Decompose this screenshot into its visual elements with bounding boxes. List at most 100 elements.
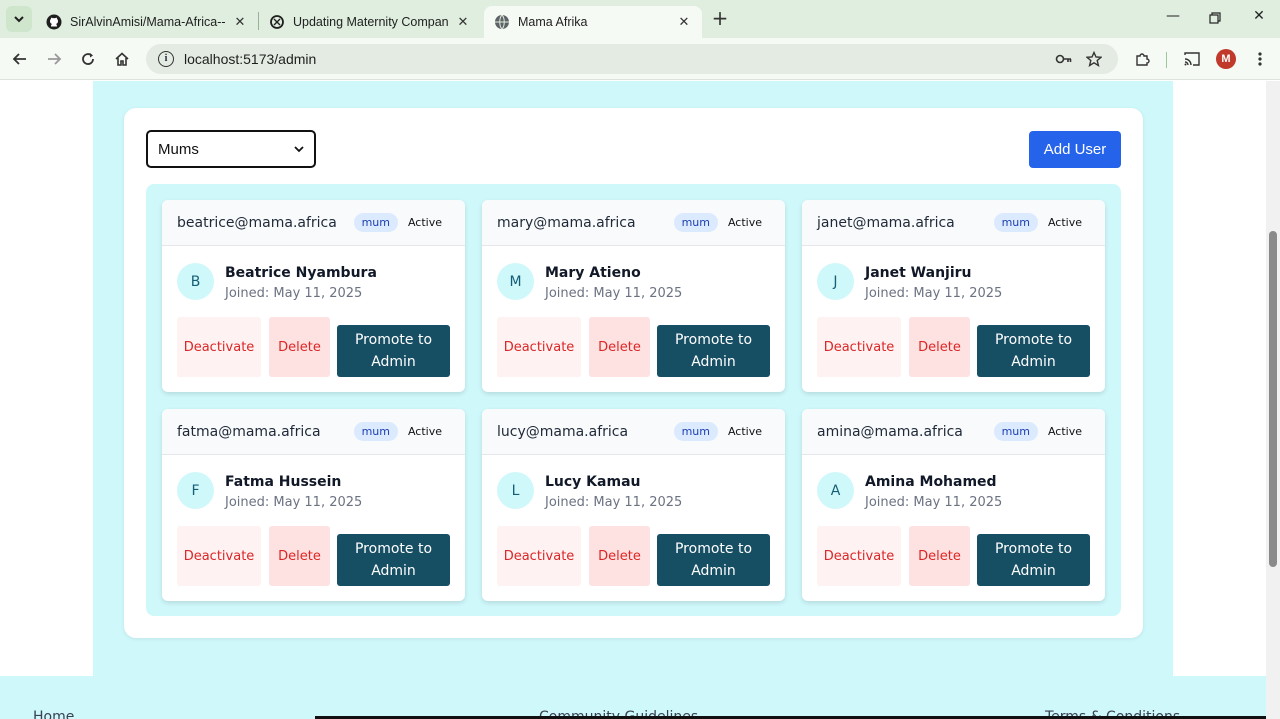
forward-button[interactable] [42, 47, 66, 71]
close-icon[interactable]: ✕ [676, 15, 692, 30]
deactivate-button[interactable]: Deactivate [497, 526, 581, 586]
browser-tab-chat[interactable]: Updating Maternity Companion ✕ [259, 6, 481, 38]
close-icon[interactable]: ✕ [455, 15, 471, 30]
user-card-body: M Mary Atieno Joined: May 11, 2025 Deact… [482, 246, 785, 392]
promote-to-admin-button[interactable]: Promote to Admin [657, 534, 770, 586]
avatar: B [177, 263, 214, 300]
minimize-button[interactable]: — [1158, 8, 1188, 30]
reload-button[interactable] [76, 47, 100, 71]
deactivate-button[interactable]: Deactivate [177, 317, 261, 377]
arrow-right-icon [48, 53, 62, 65]
site-footer: Home Community Guidelines Terms & Condit… [0, 676, 1266, 719]
page-scrollbar[interactable] [1266, 81, 1280, 719]
home-button[interactable] [110, 47, 134, 71]
chevron-down-icon [14, 16, 24, 23]
role-badge: mum [673, 422, 718, 441]
deactivate-button[interactable]: Deactivate [177, 526, 261, 586]
browser-tab-github[interactable]: SirAlvinAmisi/Mama-Africa---M ✕ [36, 6, 258, 38]
kebab-menu-icon [1258, 52, 1262, 66]
footer-link-home[interactable]: Home [33, 709, 74, 719]
tab-title: Updating Maternity Companion [293, 15, 449, 29]
user-card: mary@mama.africa mum Active M Mary Atien… [482, 200, 785, 392]
openai-icon [269, 14, 285, 30]
deactivate-button[interactable]: Deactivate [497, 317, 581, 377]
user-card: lucy@mama.africa mum Active L Lucy Kamau… [482, 409, 785, 601]
delete-button[interactable]: Delete [909, 526, 970, 586]
status-badge: Active [407, 425, 442, 438]
joined-date: Joined: May 11, 2025 [865, 495, 1003, 510]
avatar: F [177, 472, 214, 509]
promote-to-admin-button[interactable]: Promote to Admin [657, 325, 770, 377]
url-text: localhost:5173/admin [184, 51, 317, 67]
role-badge: mum [993, 422, 1038, 441]
reload-icon [82, 53, 94, 65]
user-card: janet@mama.africa mum Active J Janet Wan… [802, 200, 1105, 392]
cast-icon [1184, 52, 1200, 66]
delete-button[interactable]: Delete [909, 317, 970, 377]
chevron-down-icon [294, 146, 304, 153]
browser-menu-button[interactable] [1248, 47, 1272, 71]
status-badge: Active [1047, 425, 1082, 438]
role-badge: mum [353, 213, 398, 232]
close-window-button[interactable]: ✕ [1244, 8, 1274, 30]
user-card-header: mary@mama.africa mum Active [482, 200, 785, 246]
site-info-icon[interactable]: i [158, 51, 174, 67]
restore-icon [1209, 12, 1221, 24]
cast-button[interactable] [1180, 47, 1204, 71]
deactivate-button[interactable]: Deactivate [817, 317, 901, 377]
joined-date: Joined: May 11, 2025 [545, 495, 683, 510]
user-card-body: F Fatma Hussein Joined: May 11, 2025 Dea… [162, 455, 465, 601]
back-button[interactable] [8, 47, 32, 71]
user-name: Amina Mohamed [865, 474, 997, 490]
bookmark-button[interactable] [1082, 47, 1106, 71]
user-name: Beatrice Nyambura [225, 265, 377, 281]
status-badge: Active [1047, 216, 1082, 229]
user-card-header: lucy@mama.africa mum Active [482, 409, 785, 455]
tab-title: SirAlvinAmisi/Mama-Africa---M [70, 15, 226, 29]
delete-button[interactable]: Delete [269, 526, 330, 586]
joined-date: Joined: May 11, 2025 [225, 495, 363, 510]
avatar: J [817, 263, 854, 300]
new-tab-button[interactable]: + [708, 8, 732, 30]
user-card-body: A Amina Mohamed Joined: May 11, 2025 Dea… [802, 455, 1105, 601]
user-grid: beatrice@mama.africa mum Active B Beatri… [146, 184, 1121, 616]
extensions-button[interactable] [1130, 47, 1154, 71]
admin-page: Mums Add User beatrice@mama.africa mum A… [0, 81, 1266, 719]
promote-to-admin-button[interactable]: Promote to Admin [977, 534, 1090, 586]
user-card: beatrice@mama.africa mum Active B Beatri… [162, 200, 465, 392]
tab-search-button[interactable] [6, 6, 32, 32]
delete-button[interactable]: Delete [269, 317, 330, 377]
avatar: A [817, 472, 854, 509]
restore-button[interactable] [1200, 8, 1230, 30]
browser-tab-mama-afrika[interactable]: Mama Afrika ✕ [484, 6, 702, 38]
delete-button[interactable]: Delete [589, 317, 650, 377]
avatar: M [497, 263, 534, 300]
delete-button[interactable]: Delete [589, 526, 650, 586]
joined-date: Joined: May 11, 2025 [865, 286, 1003, 301]
tab-title: Mama Afrika [518, 15, 588, 29]
user-email: lucy@mama.africa [497, 423, 629, 440]
user-email: amina@mama.africa [817, 423, 963, 440]
user-card: fatma@mama.africa mum Active F Fatma Hus… [162, 409, 465, 601]
scrollbar-thumb[interactable] [1269, 231, 1277, 567]
user-card-header: fatma@mama.africa mum Active [162, 409, 465, 455]
tab-strip: SirAlvinAmisi/Mama-Africa---M ✕ Updating… [0, 0, 1280, 38]
password-key-button[interactable] [1052, 47, 1076, 71]
address-bar[interactable]: i localhost:5173/admin [146, 44, 1118, 74]
browser-toolbar: i localhost:5173/admin M [0, 38, 1280, 80]
star-icon [1086, 51, 1102, 67]
role-filter-select[interactable]: Mums [146, 130, 316, 168]
home-icon [115, 52, 129, 66]
profile-avatar[interactable]: M [1216, 49, 1236, 69]
avatar: L [497, 472, 534, 509]
joined-date: Joined: May 11, 2025 [545, 286, 683, 301]
status-badge: Active [727, 216, 762, 229]
promote-to-admin-button[interactable]: Promote to Admin [337, 534, 450, 586]
close-icon[interactable]: ✕ [232, 15, 248, 30]
deactivate-button[interactable]: Deactivate [817, 526, 901, 586]
promote-to-admin-button[interactable]: Promote to Admin [977, 325, 1090, 377]
user-management-panel: Mums Add User beatrice@mama.africa mum A… [124, 108, 1143, 638]
promote-to-admin-button[interactable]: Promote to Admin [337, 325, 450, 377]
user-email: janet@mama.africa [817, 214, 955, 231]
add-user-button[interactable]: Add User [1029, 131, 1121, 168]
